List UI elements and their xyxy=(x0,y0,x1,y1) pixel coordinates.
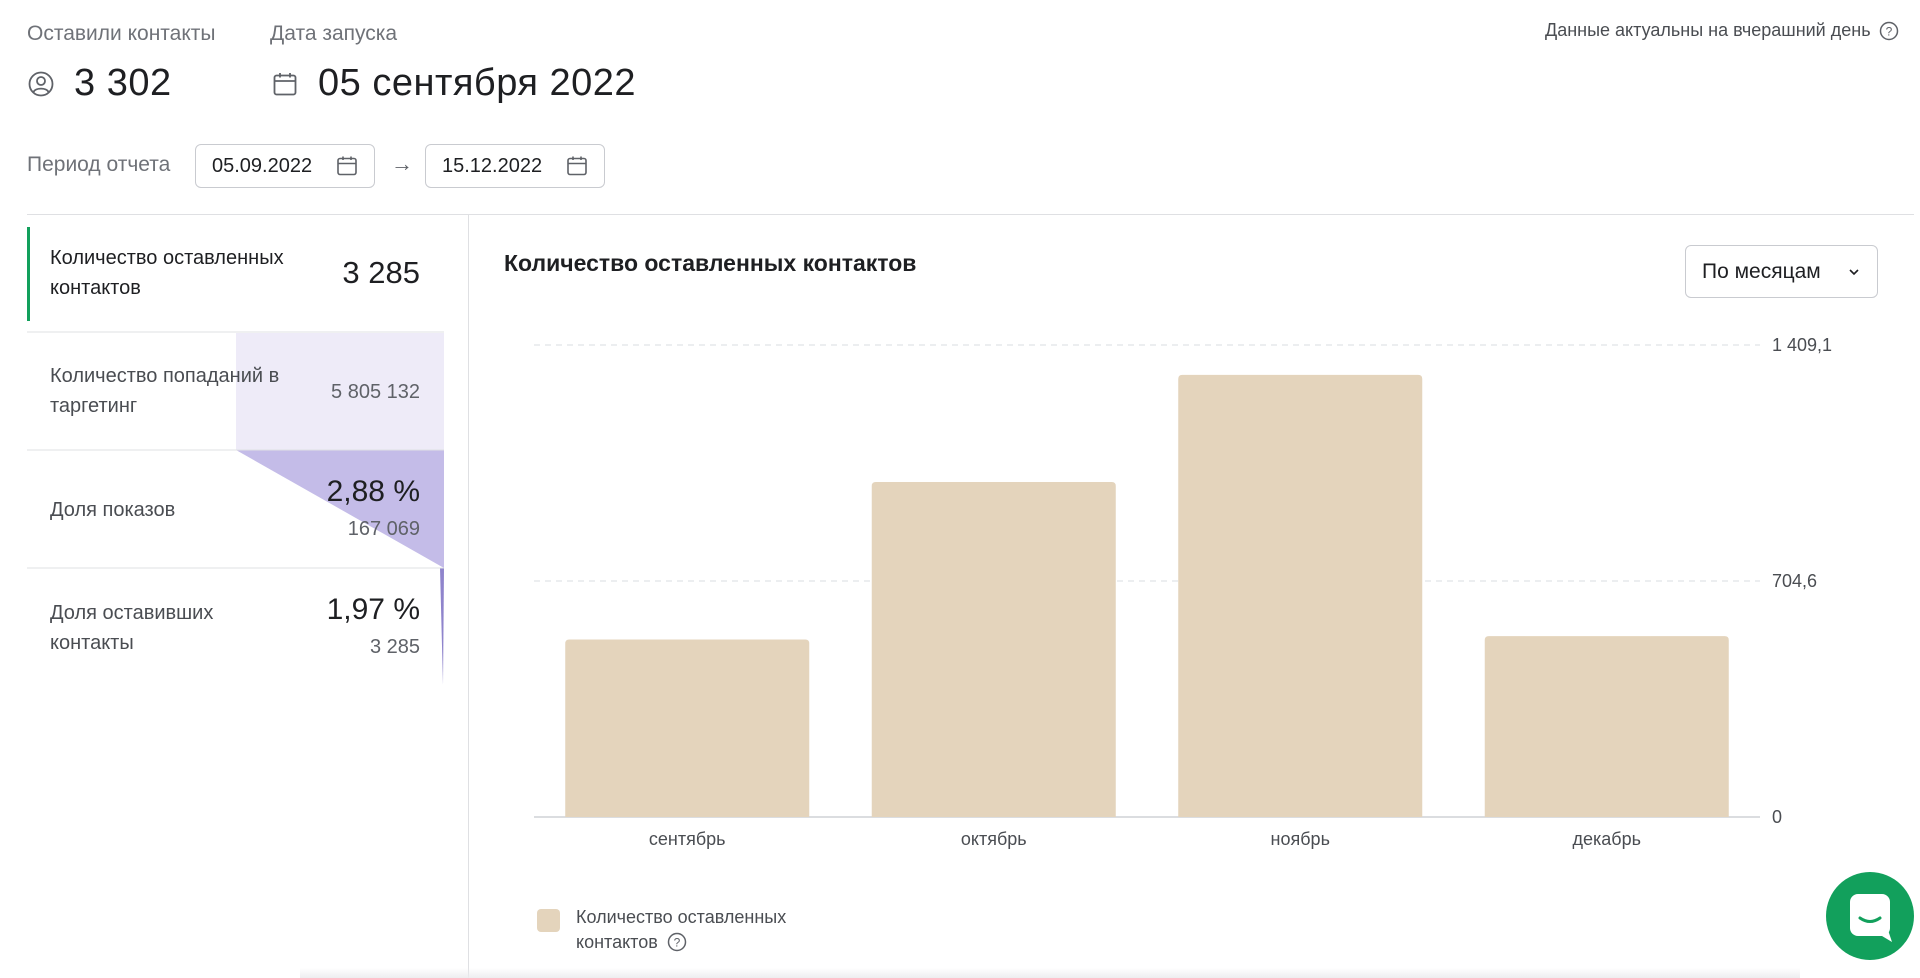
bar xyxy=(1178,374,1423,817)
bar xyxy=(565,639,810,817)
y-tick-label: 1 409,1 xyxy=(1772,335,1832,355)
bar xyxy=(1484,636,1729,817)
bar-chart: 0 704,6 1 409,1 сентябрь октябрь ноябрь декабр… xyxy=(534,335,1832,849)
x-tick-label: сентябрь xyxy=(649,829,726,849)
legend-item: Количество оставленных контактов ? xyxy=(576,905,836,955)
y-tick-label: 0 xyxy=(1772,807,1782,827)
x-tick-label: ноябрь xyxy=(1271,829,1330,849)
bar xyxy=(871,482,1116,817)
chat-icon xyxy=(1850,894,1892,942)
x-tick-label: октябрь xyxy=(961,829,1027,849)
bottom-fade xyxy=(300,968,1800,978)
help-icon[interactable]: ? xyxy=(667,932,687,952)
y-tick-label: 704,6 xyxy=(1772,571,1817,591)
chat-button[interactable] xyxy=(1826,872,1914,960)
legend-swatch xyxy=(537,909,560,932)
x-tick-label: декабрь xyxy=(1573,829,1642,849)
svg-text:?: ? xyxy=(673,936,680,950)
